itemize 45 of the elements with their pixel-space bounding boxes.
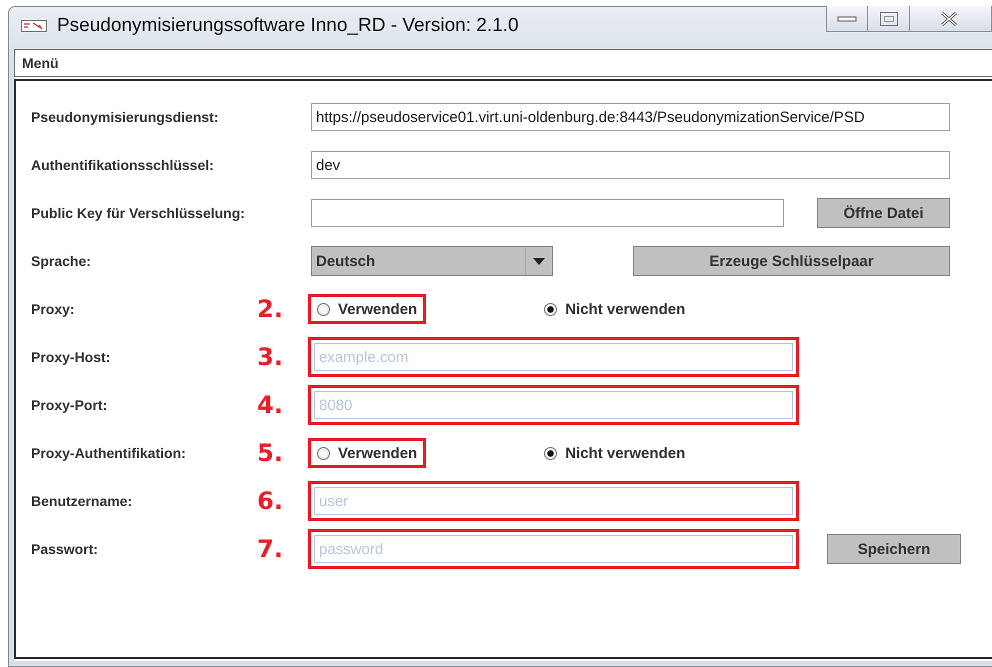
input-field[interactable]: user — [314, 487, 793, 515]
annotation-number: 2. — [257, 295, 283, 323]
field-label: Benutzername: — [31, 493, 134, 509]
input-field[interactable]: password — [314, 535, 793, 563]
text-field[interactable] — [311, 199, 784, 227]
radio-label[interactable]: Nicht verwenden — [565, 300, 686, 318]
radio-label[interactable]: Nicht verwenden — [565, 444, 686, 462]
annotation-number: 7. — [257, 535, 283, 563]
radio-button[interactable] — [544, 446, 558, 460]
save-button[interactable]: Speichern — [827, 534, 961, 564]
menu-item[interactable]: Menü — [15, 55, 59, 71]
app-icon — [21, 20, 47, 32]
radio-button[interactable] — [317, 302, 330, 316]
field-label: Pseudonymisierungsdienst: — [31, 109, 220, 125]
field-label: Proxy: — [31, 301, 76, 317]
radio-label[interactable]: Verwenden — [338, 444, 418, 462]
annotation-number: 4. — [257, 391, 283, 419]
field-label: Passwort: — [31, 541, 99, 557]
field-label: Proxy-Port: — [31, 397, 108, 413]
field-label: Authentifikationsschlüssel: — [31, 157, 215, 173]
field-label: Sprache: — [31, 253, 92, 269]
generate-keypair-button[interactable]: Erzeuge Schlüsselpaar — [633, 246, 950, 276]
minimize-button[interactable] — [826, 6, 868, 32]
minimize-icon — [837, 14, 857, 22]
annotation-number: 5. — [257, 439, 283, 467]
open-file-button[interactable]: Öffne Datei — [817, 198, 950, 228]
maximize-button[interactable] — [868, 6, 910, 32]
radio-button[interactable] — [544, 302, 558, 316]
radio-button[interactable] — [317, 446, 330, 460]
text-field[interactable]: dev — [311, 151, 950, 179]
window-title: Pseudonymisierungssoftware Inno_RD - Version: 2.1.0 — [57, 15, 519, 37]
input-field[interactable]: example.com — [314, 343, 793, 371]
field-label: Proxy-Host: — [31, 349, 112, 365]
field-label: Public Key für Verschlüsselung: — [31, 205, 241, 221]
text-field[interactable]: https://pseudoservice01.virt.uni-oldenburg.de:8443/PseudonymizationService/PSD — [311, 103, 950, 131]
close-icon — [938, 10, 960, 26]
annotation-number: 6. — [257, 487, 283, 515]
annotation-number: 3. — [257, 343, 283, 371]
radio-label[interactable]: Verwenden — [338, 300, 418, 318]
close-button[interactable] — [910, 6, 992, 32]
maximize-icon — [878, 10, 898, 26]
input-field[interactable]: 8080 — [314, 391, 793, 419]
dropdown-arrow-icon — [533, 258, 545, 264]
language-dropdown[interactable]: Deutsch — [311, 246, 553, 276]
field-label: Proxy-Authentifikation: — [31, 445, 187, 461]
